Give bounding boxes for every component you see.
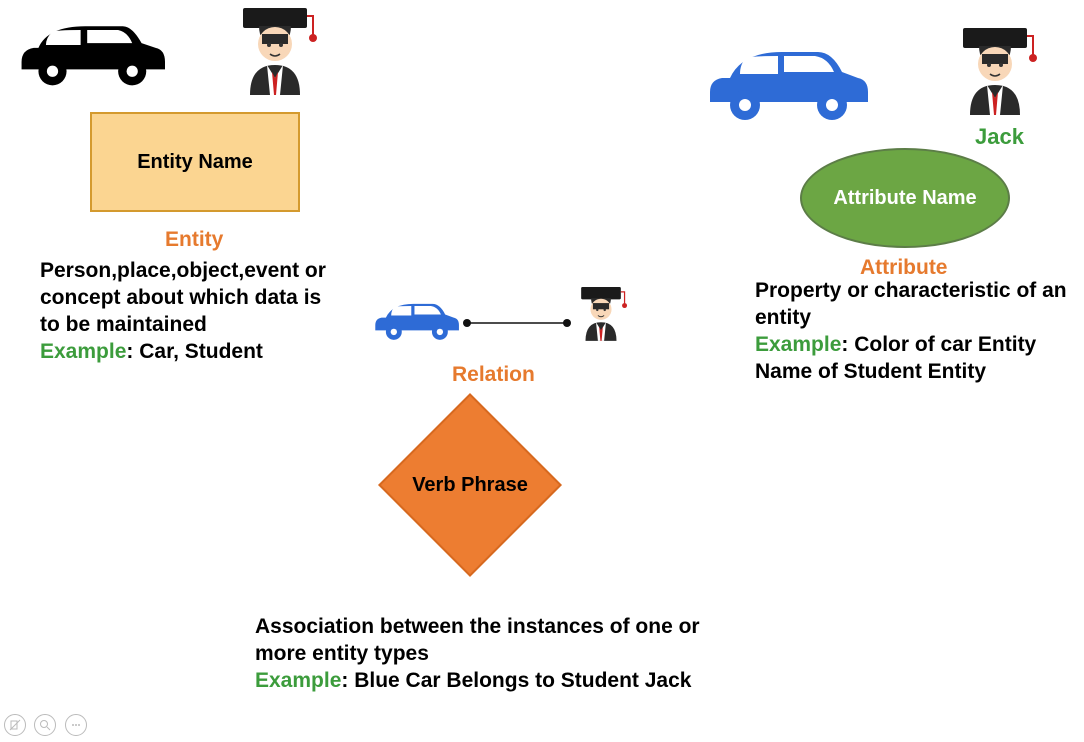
entity-example-text: : Car, Student — [126, 340, 263, 363]
graduate-attribute-icon — [945, 20, 1045, 125]
entity-description: Person,place,object,event or concept abo… — [40, 259, 326, 336]
attribute-name-ellipse: Attribute Name — [800, 148, 1010, 248]
relation-diamond-label: Verb Phrase — [412, 474, 528, 497]
relation-description: Association between the instances of one… — [255, 615, 700, 665]
graduate-relation-icon — [570, 282, 632, 349]
entity-title: Entity — [165, 228, 223, 252]
relation-example-prefix: Example — [255, 669, 341, 692]
entity-box-label: Entity Name — [137, 151, 253, 174]
more-icon — [65, 714, 87, 736]
relation-description-block: Association between the instances of one… — [255, 614, 725, 695]
graduate-entity-icon — [225, 0, 325, 105]
car-blue-relation-icon — [370, 295, 460, 350]
relation-example-text: : Blue Car Belongs to Student Jack — [341, 669, 691, 692]
attribute-example-prefix: Example — [755, 333, 841, 356]
attribute-description: Property or characteristic of an entity — [755, 279, 1067, 329]
copy-disabled-icon — [4, 714, 26, 736]
entity-name-box: Entity Name — [90, 112, 300, 212]
car-black-icon — [10, 15, 170, 95]
car-blue-attribute-icon — [700, 40, 870, 130]
jack-label: Jack — [975, 124, 1024, 150]
entity-description-block: Person,place,object,event or concept abo… — [40, 258, 340, 366]
toolbar-icons — [4, 714, 91, 736]
relation-connector-line — [462, 315, 572, 333]
relation-title: Relation — [452, 363, 535, 387]
attribute-ellipse-label: Attribute Name — [833, 187, 976, 209]
attribute-title: Attribute — [860, 256, 948, 280]
zoom-icon — [34, 714, 56, 736]
entity-example-prefix: Example — [40, 340, 126, 363]
relation-diamond: Verb Phrase — [370, 415, 570, 555]
attribute-description-block: Property or characteristic of an entity … — [755, 278, 1075, 386]
